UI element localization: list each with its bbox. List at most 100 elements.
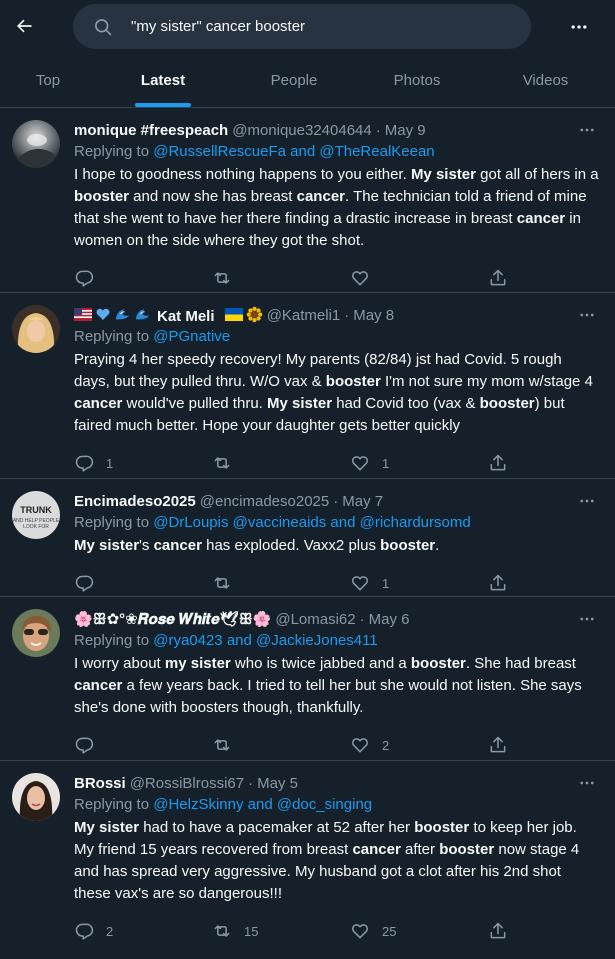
search-box[interactable]	[73, 4, 531, 49]
reply-button[interactable]	[74, 266, 106, 290]
retweet-icon	[214, 457, 230, 469]
user-handle[interactable]: @Lomasi62	[275, 611, 355, 628]
user-handle[interactable]: @RossiBlrossi67	[130, 775, 244, 792]
retweet-icon	[214, 925, 230, 937]
tab-latest[interactable]: Latest	[96, 54, 230, 107]
replying-to: Replying to @DrLoupis @vaccineaids and @…	[74, 514, 471, 531]
tweet[interactable]: TRUNK AND HELP PEOPLE LOOK FOR Encimades…	[0, 479, 615, 597]
ukraine-flag-icon	[224, 307, 243, 321]
replying-to: Replying to @rya0423 and @JackieJones411	[74, 632, 378, 649]
avatar[interactable]: TRUNK AND HELP PEOPLE LOOK FOR	[12, 491, 60, 539]
tweet-text: I worry about my sister who is twice jab…	[74, 655, 582, 716]
retweet-button[interactable]	[212, 571, 244, 595]
display-name[interactable]: 🌸ꕥ✿°❀𝑹𝒐𝒔𝒆 𝑾𝒉𝒊𝒕𝒆🕊ꕥ🌸	[74, 610, 271, 628]
display-name[interactable]: Kat Meli	[74, 306, 263, 325]
share-button[interactable]	[488, 571, 508, 595]
tweet-more-button[interactable]	[575, 609, 599, 629]
replying-to-link[interactable]: @rya0423 and @JackieJones411	[153, 632, 377, 649]
reply-button[interactable]: 1	[74, 451, 113, 475]
tab-photos[interactable]: Photos	[358, 54, 476, 107]
share-button[interactable]	[488, 733, 508, 757]
like-count: 2	[382, 737, 390, 753]
search-input[interactable]	[131, 4, 511, 49]
more-options-button[interactable]	[563, 11, 595, 43]
tab-videos[interactable]: Videos	[476, 54, 615, 107]
reply-icon	[75, 923, 94, 940]
like-button[interactable]: 2	[350, 733, 389, 757]
retweet-icon	[214, 739, 230, 751]
user-handle[interactable]: @encimadeso2025	[200, 493, 329, 510]
replying-to: Replying to @RussellRescueFa and @TheRea…	[74, 143, 435, 160]
tweet-actions: 2 15 25	[74, 915, 599, 955]
retweet-button[interactable]	[212, 451, 244, 475]
reply-icon	[75, 575, 94, 592]
share-button[interactable]	[488, 266, 508, 290]
tab-top[interactable]: Top	[0, 54, 96, 107]
tweet-text: My sister's cancer has exploded. Vaxx2 p…	[74, 537, 440, 554]
tab-people[interactable]: People	[230, 54, 358, 107]
replying-to-link[interactable]: @RussellRescueFa and @TheRealKeean	[153, 143, 434, 160]
replying-to: Replying to @HelzSkinny and @doc_singing	[74, 796, 373, 813]
search-icon	[95, 19, 112, 36]
avatar[interactable]	[12, 773, 60, 821]
retweet-button[interactable]	[212, 266, 244, 290]
like-button[interactable]: 25	[350, 919, 396, 943]
share-icon	[490, 922, 506, 939]
like-count: 1	[382, 575, 390, 591]
share-icon	[490, 269, 506, 286]
tweet-more-button[interactable]	[575, 773, 599, 793]
retweet-button[interactable]: 15	[212, 919, 258, 943]
replying-to: Replying to @PGnative	[74, 328, 231, 345]
tweet[interactable]: 🌸ꕥ✿°❀𝑹𝒐𝒔𝒆 𝑾𝒉𝒊𝒕𝒆🕊ꕥ🌸 @Lomasi62 · May 6 Rep…	[0, 597, 615, 761]
user-handle[interactable]: @Katmeli1	[267, 307, 341, 324]
avatar[interactable]	[12, 609, 60, 657]
display-name[interactable]: Encimadeso2025	[74, 493, 196, 510]
avatar-image: TRUNK AND HELP PEOPLE LOOK FOR	[12, 491, 60, 539]
avatar-image	[12, 120, 60, 168]
share-button[interactable]	[488, 919, 508, 943]
tweet[interactable]: monique #freespeach @monique32404644 · M…	[0, 108, 615, 293]
tweet-date[interactable]: May 9	[385, 122, 426, 139]
wave-icon	[135, 309, 150, 320]
share-icon	[490, 454, 506, 471]
display-name[interactable]: monique #freespeach	[74, 122, 228, 139]
user-handle[interactable]: @monique32404644	[232, 122, 372, 139]
reply-icon	[75, 270, 94, 287]
avatar[interactable]	[12, 120, 60, 168]
tweet-date[interactable]: May 6	[369, 611, 410, 628]
avatar-image	[12, 609, 60, 657]
more-horizontal-icon	[571, 25, 587, 29]
avatar[interactable]	[12, 305, 60, 353]
avatar-image	[12, 773, 60, 821]
display-name[interactable]: BRossi	[74, 775, 126, 792]
reply-button[interactable]	[74, 571, 106, 595]
like-count: 25	[382, 923, 397, 939]
retweet-button[interactable]	[212, 733, 244, 757]
replying-to-link[interactable]: @HelzSkinny and @doc_singing	[153, 796, 372, 813]
share-button[interactable]	[488, 451, 508, 475]
tweet-more-button[interactable]	[575, 491, 599, 511]
reply-button[interactable]	[74, 733, 106, 757]
avatar-image	[12, 305, 60, 353]
like-button[interactable]: 1	[350, 451, 389, 475]
more-horizontal-icon	[580, 313, 594, 317]
search-tabs: Top Latest People Photos Videos	[0, 54, 615, 108]
tweet-date[interactable]: May 8	[353, 307, 394, 324]
tweet-date[interactable]: May 5	[257, 775, 298, 792]
tweet-date[interactable]: May 7	[342, 493, 383, 510]
replying-to-link[interactable]: @PGnative	[153, 328, 230, 345]
heart-icon	[351, 576, 369, 591]
tweet[interactable]: BRossi @RossiBlrossi67 · May 5 Replying …	[0, 761, 615, 947]
reply-button[interactable]: 2	[74, 919, 113, 943]
us-flag-icon	[74, 307, 92, 321]
tweet-more-button[interactable]	[575, 120, 599, 140]
tweet-more-button[interactable]	[575, 305, 599, 325]
replying-to-link[interactable]: @DrLoupis @vaccineaids and @richardursom…	[153, 514, 470, 531]
more-horizontal-icon	[580, 781, 594, 785]
svg-text:LOOK FOR: LOOK FOR	[23, 524, 49, 530]
like-button[interactable]	[350, 266, 382, 290]
back-button[interactable]	[8, 10, 40, 42]
reply-icon	[75, 737, 94, 754]
like-button[interactable]: 1	[350, 571, 389, 595]
tweet[interactable]: Kat Meli @Katmeli1 · May 8 Replying to @…	[0, 293, 615, 479]
